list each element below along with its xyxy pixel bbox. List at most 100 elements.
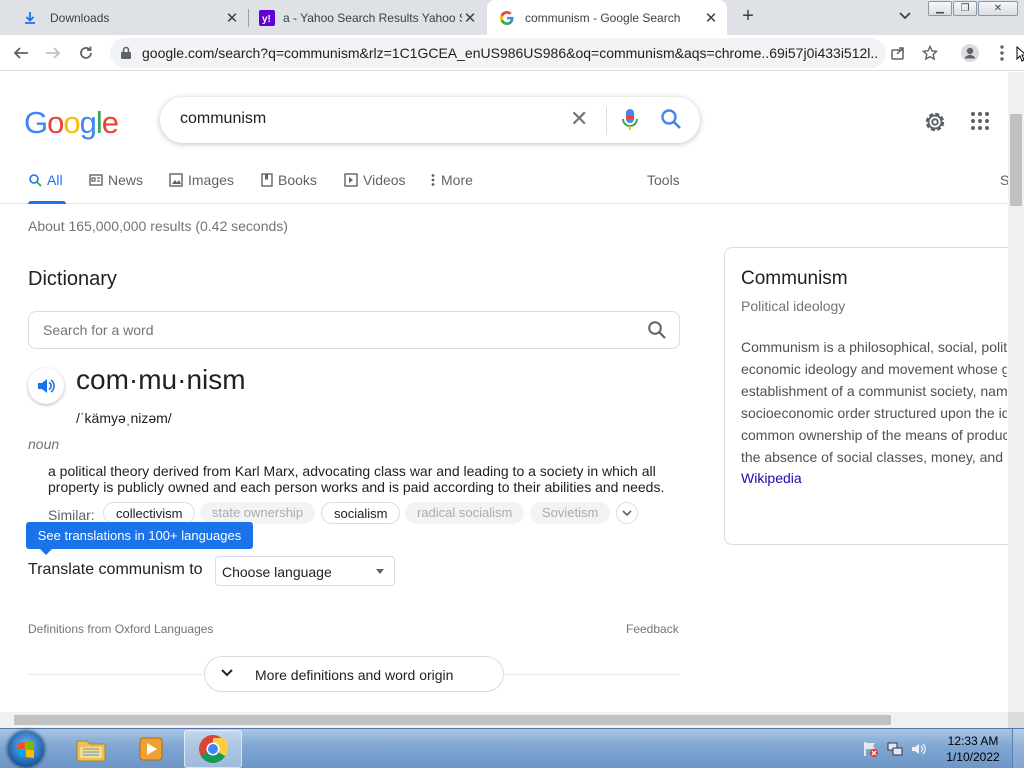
restore-button[interactable]: ❐ [953,1,977,16]
kp-wikipedia-link[interactable]: Wikipedia [741,470,802,486]
tab-title: communism - Google Search [525,10,681,25]
search-input[interactable]: communism [180,110,266,128]
kp-description-line: economic ideology and movement whose g [741,361,1007,377]
feedback-link[interactable]: Feedback [626,622,679,636]
similar-chip[interactable]: collectivism [103,502,196,524]
similar-chip[interactable]: radical socialism [405,502,525,524]
similar-chip[interactable]: socialism [321,502,401,524]
close-tab-icon[interactable]: ✕ [224,10,240,27]
pronunciation-button[interactable] [28,368,64,404]
tab-all[interactable]: All [28,172,63,188]
tab-label: News [108,172,144,188]
taskbar-clock[interactable]: 12:33 AM 1/10/2022 [940,733,1006,765]
share-icon[interactable] [888,43,908,63]
tab-images[interactable]: Images [169,172,234,188]
tab-videos[interactable]: Videos [344,172,406,188]
clock-time: 12:33 AM [947,734,999,748]
clock-date: 1/10/2022 [946,750,1000,764]
close-window-button[interactable]: ✕ [978,1,1018,16]
safesearch-button[interactable]: S [1000,172,1008,188]
browser-toolbar: google.com/search?q=communism&rlz=1C1GCE… [0,35,1024,71]
network-icon[interactable] [886,740,904,758]
taskbar-chrome[interactable] [184,730,242,768]
google-logo[interactable]: Google [24,105,119,141]
tab-news[interactable]: News [89,172,143,188]
tab-google-search[interactable]: communism - Google Search ✕ [487,0,727,35]
close-tab-icon[interactable]: ✕ [703,10,719,27]
taskbar-media-player[interactable] [122,730,180,768]
forward-arrow-icon [46,47,61,59]
back-arrow-icon [13,47,28,59]
close-tab-icon[interactable]: ✕ [462,10,478,27]
tab-search-chevron-icon[interactable] [896,9,914,27]
tab-label: Images [188,172,234,188]
chrome-icon [199,735,228,763]
definitions-source[interactable]: Definitions from Oxford Languages [28,622,213,636]
profile-avatar-icon[interactable] [960,43,980,63]
taskbar-file-explorer[interactable] [62,730,120,768]
more-vert-icon [431,174,435,186]
new-tab-button[interactable]: + [738,6,758,27]
tab-title: Downloads [50,10,110,25]
translate-label: Translate communism to [28,561,203,578]
kp-description-line: socioeconomic order structured upon the … [741,405,1007,421]
kp-description-line: the absence of social classes, money, an… [741,449,1004,465]
search-icon[interactable] [660,108,682,130]
browser-menu-icon[interactable] [992,43,1012,63]
reload-button[interactable] [73,41,99,65]
phonetic-spelling: /ˈkämyəˌnizəm/ [76,410,172,426]
url-text[interactable]: google.com/search?q=communism&rlz=1C1GCE… [142,45,878,61]
translations-banner[interactable]: See translations in 100+ languages [26,522,253,555]
gear-icon[interactable] [922,109,948,135]
kp-description: Communism is a philosophical, social, po… [741,336,1007,468]
volume-icon[interactable] [910,740,928,758]
tab-downloads[interactable]: Downloads ✕ [8,0,248,35]
minimize-button[interactable]: ▁ [928,1,952,16]
kp-subtitle: Political ideology [741,298,846,314]
search-box[interactable]: communism ✕ [160,97,700,143]
tab-yahoo[interactable]: y! a - Yahoo Search Results Yahoo S ✕ [250,0,486,35]
tab-more[interactable]: More [430,172,473,188]
forward-button[interactable] [40,41,66,65]
logo-letter: o [63,105,80,140]
system-tray [862,731,928,767]
image-icon [169,173,183,187]
microphone-icon[interactable] [620,108,640,132]
chevron-down-icon [221,669,233,677]
action-center-flag-icon[interactable] [862,740,880,758]
language-select[interactable]: Choose language [215,556,395,586]
expand-similar-button[interactable] [616,502,638,524]
address-bar[interactable]: google.com/search?q=communism&rlz=1C1GCE… [110,38,886,68]
word-search-field[interactable]: Search for a word [28,311,680,349]
reload-icon [80,46,92,59]
similar-chip[interactable]: state ownership [200,502,316,524]
horizontal-scroll-thumb[interactable] [14,715,891,725]
search-icon [29,174,42,187]
windows-logo-icon [18,741,34,758]
vertical-scroll-thumb[interactable] [1010,114,1022,206]
similar-chip[interactable]: Sovietism [530,502,611,524]
tools-button[interactable]: Tools [647,172,680,188]
horizontal-scrollbar[interactable] [0,712,1008,728]
apps-grid-icon[interactable] [970,111,990,131]
knowledge-panel: Communism Political ideology Communism i… [724,247,1008,545]
vertical-scrollbar[interactable] [1008,72,1024,712]
more-definitions-button[interactable]: More definitions and word origin [204,656,504,692]
logo-letter: o [47,105,64,140]
tab-books[interactable]: Books [261,172,317,188]
search-icon[interactable] [647,320,667,340]
media-player-icon [139,737,163,761]
mouse-cursor-icon [1016,46,1024,62]
start-button[interactable] [8,731,44,767]
tab-label: Videos [363,172,406,188]
headword: com·mu·nism [76,364,246,395]
bookmark-star-icon[interactable] [920,43,940,63]
result-stats: About 165,000,000 results (0.42 seconds) [28,218,288,234]
chevron-down-icon [622,509,632,516]
clear-search-icon[interactable]: ✕ [570,108,588,130]
word-search-placeholder: Search for a word [43,322,154,338]
tab-label: More [441,172,473,188]
back-button[interactable] [8,41,34,65]
lock-icon[interactable] [120,46,132,60]
show-desktop-button[interactable] [1012,729,1024,768]
